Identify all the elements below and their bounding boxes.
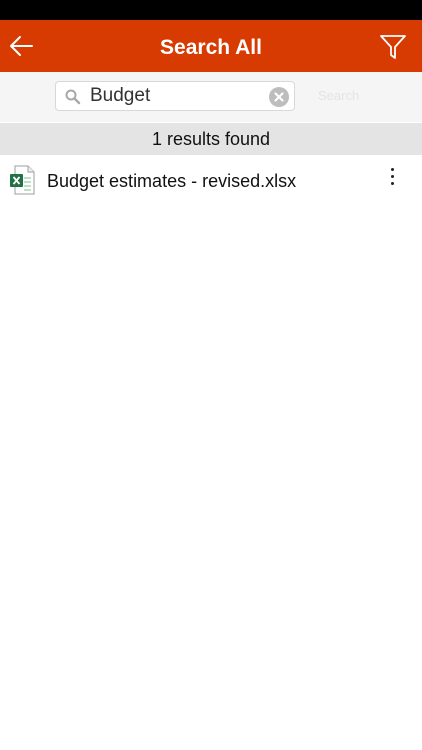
clear-search-button[interactable] xyxy=(269,87,289,107)
status-bar xyxy=(0,0,422,20)
more-vertical-icon xyxy=(380,168,404,185)
search-icon xyxy=(65,89,81,105)
page-title: Search All xyxy=(160,36,262,59)
clear-icon xyxy=(274,92,284,102)
filter-icon xyxy=(380,35,406,59)
search-bar: Search xyxy=(0,72,422,122)
more-options-button[interactable] xyxy=(380,164,404,194)
search-button[interactable]: Search xyxy=(318,88,359,103)
excel-file-icon xyxy=(10,165,35,195)
results-count: 1 results found xyxy=(0,123,422,155)
file-name: Budget estimates - revised.xlsx xyxy=(47,171,297,191)
app-bar: Search All xyxy=(0,20,422,72)
search-input[interactable] xyxy=(90,82,260,110)
filter-button[interactable] xyxy=(378,32,408,62)
list-item[interactable]: Budget estimates - revised.xlsx xyxy=(0,158,422,204)
search-box[interactable] xyxy=(55,81,295,111)
